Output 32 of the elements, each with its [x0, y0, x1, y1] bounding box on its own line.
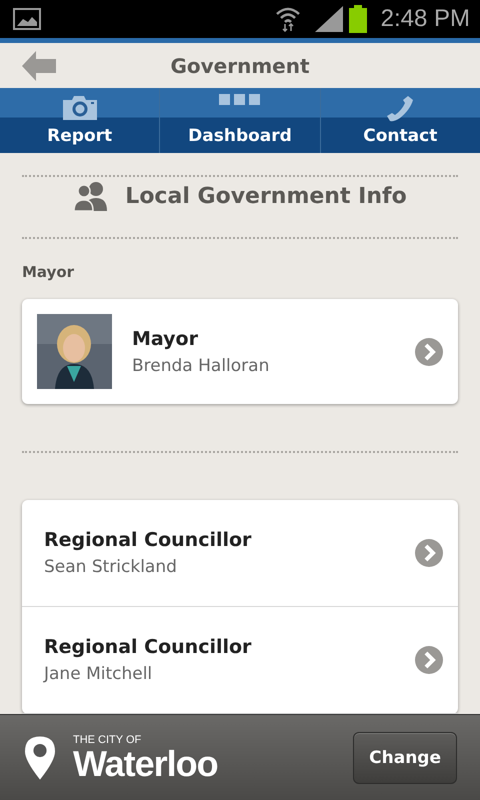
chevron-right-icon [415, 539, 443, 567]
signal-icon [314, 6, 343, 32]
battery-icon [348, 5, 367, 33]
page-title: Government [170, 54, 310, 78]
chevron-right-icon [415, 646, 443, 674]
role-title: Regional Councillor [44, 636, 252, 658]
role-title: Regional Councillor [44, 529, 252, 551]
back-button[interactable] [22, 51, 56, 81]
tab[interactable]: Contact [320, 88, 480, 153]
person-name: Jane Mitchell [44, 664, 154, 684]
image-icon [13, 8, 41, 30]
role-title: Mayor [132, 328, 199, 350]
camera-icon [62, 94, 97, 120]
councillor-row[interactable]: Regional Councillor Sean Strickland [22, 500, 458, 607]
tab[interactable]: Report [0, 88, 160, 153]
map-pin-icon [25, 734, 55, 780]
grid-icon [218, 94, 261, 106]
back-arrow-icon [22, 51, 56, 81]
logo-wordmark: Waterloo [73, 746, 218, 782]
mayor-card[interactable]: Mayor Brenda Halloran [22, 299, 458, 404]
section-title: Local Government Info [125, 184, 407, 208]
people-icon [73, 181, 110, 211]
person-name: Sean Strickland [44, 557, 178, 577]
change-button[interactable]: Change [353, 732, 457, 784]
phone-icon [386, 94, 414, 122]
person-name: Brenda Halloran [132, 356, 270, 376]
chevron-right-icon [415, 338, 443, 366]
clock-time: 2:48 PM [380, 5, 470, 33]
wifi-icon [274, 6, 301, 32]
group-label: Mayor [22, 263, 76, 281]
tab[interactable]: Dashboard [160, 88, 321, 153]
logo-caption: THE CITY OF [73, 734, 142, 746]
